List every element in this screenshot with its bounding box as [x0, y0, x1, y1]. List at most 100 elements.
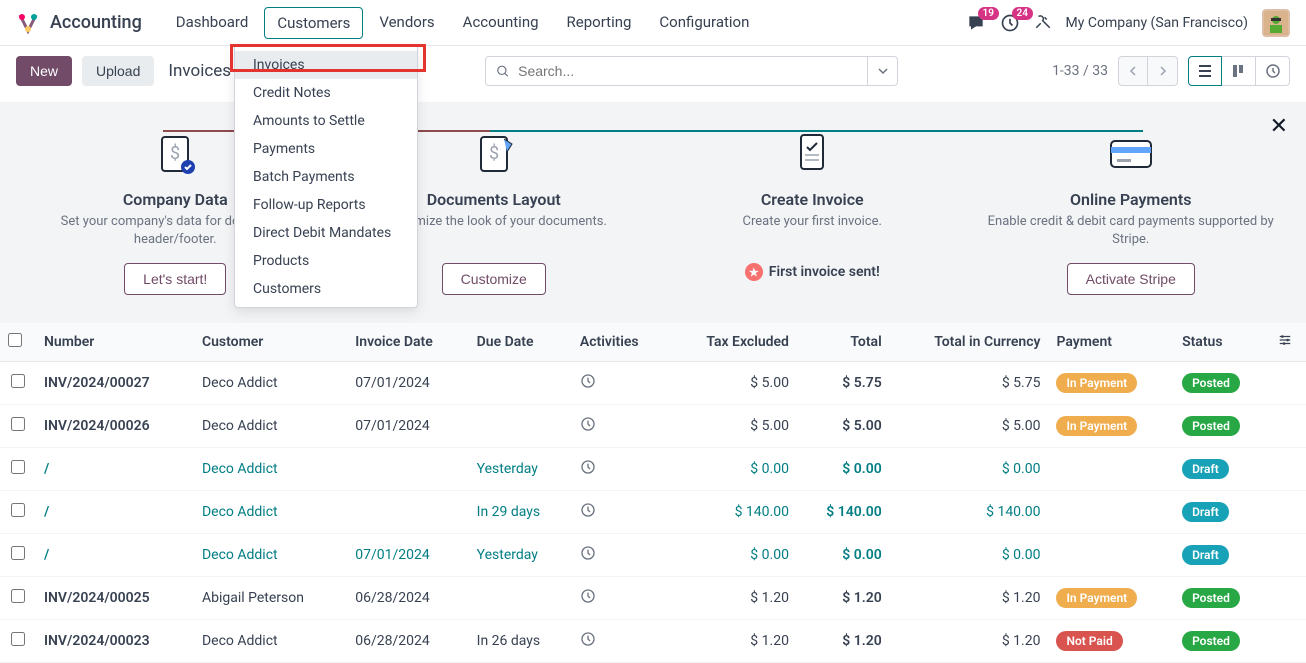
cell-number[interactable]: INV/2024/00026 — [36, 405, 194, 448]
messages-icon[interactable]: 19 — [966, 13, 986, 33]
activities-icon[interactable]: 24 — [1000, 13, 1020, 33]
dropdown-followup-reports[interactable]: Follow-up Reports — [235, 191, 417, 219]
cell-customer[interactable]: Deco Addict — [194, 362, 347, 405]
cell-tax-excluded: $ 5.00 — [669, 362, 797, 405]
cell-activities[interactable] — [572, 577, 669, 620]
table-row[interactable]: INV/2024/00026Deco Addict07/01/2024$ 5.0… — [0, 405, 1306, 448]
activate-stripe-button[interactable]: Activate Stripe — [1067, 263, 1195, 295]
cell-activities[interactable] — [572, 448, 669, 491]
new-button[interactable]: New — [16, 56, 72, 86]
cell-number[interactable]: INV/2024/00023 — [36, 620, 194, 663]
pager-text[interactable]: 1-33 / 33 — [1052, 63, 1108, 79]
app-title[interactable]: Accounting — [50, 12, 142, 33]
col-status[interactable]: Status — [1174, 323, 1270, 362]
clock-icon — [580, 373, 596, 389]
svg-text:$: $ — [170, 143, 180, 164]
nav-accounting[interactable]: Accounting — [451, 7, 551, 39]
col-invoice-date[interactable]: Invoice Date — [347, 323, 468, 362]
cell-customer[interactable]: Deco Addict — [194, 491, 347, 534]
table-row[interactable]: /Deco AddictIn 29 days$ 140.00$ 140.00$ … — [0, 491, 1306, 534]
kanban-icon — [1231, 63, 1247, 79]
payment-badge: In Payment — [1056, 373, 1137, 393]
table-row[interactable]: /Deco Addict07/01/2024Yesterday$ 0.00$ 0… — [0, 534, 1306, 577]
cell-empty — [1270, 362, 1306, 405]
col-due-date[interactable]: Due Date — [469, 323, 572, 362]
cell-number[interactable]: / — [36, 534, 194, 577]
user-avatar[interactable] — [1262, 9, 1290, 37]
select-all-checkbox[interactable] — [8, 333, 22, 347]
step-desc: Enable credit & debit card payments supp… — [982, 213, 1281, 249]
row-checkbox[interactable] — [11, 632, 25, 646]
dropdown-invoices[interactable]: Invoices — [235, 51, 417, 79]
cell-activities[interactable] — [572, 534, 669, 577]
cell-customer[interactable]: Deco Addict — [194, 448, 347, 491]
row-checkbox[interactable] — [11, 589, 25, 603]
table-row[interactable]: /Deco AddictYesterday$ 0.00$ 0.00$ 0.00D… — [0, 448, 1306, 491]
dropdown-batch-payments[interactable]: Batch Payments — [235, 163, 417, 191]
nav-dashboard[interactable]: Dashboard — [164, 7, 261, 39]
tools-icon[interactable] — [1034, 12, 1052, 34]
col-tax-excluded[interactable]: Tax Excluded — [669, 323, 797, 362]
dropdown-products[interactable]: Products — [235, 247, 417, 275]
row-checkbox[interactable] — [11, 374, 25, 388]
view-kanban[interactable] — [1222, 56, 1256, 86]
col-payment[interactable]: Payment — [1048, 323, 1174, 362]
cell-customer[interactable]: Abigail Peterson — [194, 577, 347, 620]
dropdown-amounts-settle[interactable]: Amounts to Settle — [235, 107, 417, 135]
nav-vendors[interactable]: Vendors — [367, 7, 446, 39]
cell-number[interactable]: / — [36, 448, 194, 491]
cell-customer[interactable]: Deco Addict — [194, 620, 347, 663]
cell-customer[interactable]: Deco Addict — [194, 405, 347, 448]
nav-configuration[interactable]: Configuration — [647, 7, 761, 39]
cell-number[interactable]: INV/2024/00027 — [36, 362, 194, 405]
col-number[interactable]: Number — [36, 323, 194, 362]
invoice-icon — [784, 124, 840, 180]
nav-reporting[interactable]: Reporting — [555, 7, 644, 39]
status-badge: Draft — [1182, 502, 1229, 522]
cell-payment — [1048, 534, 1174, 577]
dropdown-direct-debit[interactable]: Direct Debit Mandates — [235, 219, 417, 247]
search-input[interactable] — [518, 63, 857, 79]
col-activities[interactable]: Activities — [572, 323, 669, 362]
sliders-icon — [1278, 333, 1292, 347]
chevron-right-icon — [1158, 66, 1168, 76]
cell-activities[interactable] — [572, 405, 669, 448]
cell-activities[interactable] — [572, 491, 669, 534]
view-pivot[interactable] — [1256, 56, 1290, 86]
col-total-currency[interactable]: Total in Currency — [890, 323, 1049, 362]
table-row[interactable]: INV/2024/00025Abigail Peterson06/28/2024… — [0, 577, 1306, 620]
card-icon — [1103, 124, 1159, 180]
search-dropdown-toggle[interactable] — [868, 56, 898, 86]
dropdown-credit-notes[interactable]: Credit Notes — [235, 79, 417, 107]
pager-prev[interactable] — [1118, 56, 1148, 86]
status-badge: Draft — [1182, 545, 1229, 565]
app-logo-icon[interactable] — [16, 11, 40, 35]
search-box[interactable] — [485, 56, 868, 86]
view-list[interactable] — [1188, 56, 1222, 86]
lets-start-button[interactable]: Let's start! — [124, 263, 226, 295]
nav-customers[interactable]: Customers — [264, 7, 363, 39]
pager-next[interactable] — [1148, 56, 1178, 86]
table-row[interactable]: INV/2024/00023Deco Addict06/28/2024In 26… — [0, 620, 1306, 663]
table-row[interactable]: INV/2024/00027Deco Addict07/01/2024$ 5.0… — [0, 362, 1306, 405]
cell-tax-excluded: $ 0.00 — [669, 534, 797, 577]
col-total[interactable]: Total — [797, 323, 890, 362]
col-customer[interactable]: Customer — [194, 323, 347, 362]
company-selector[interactable]: My Company (San Francisco) — [1066, 15, 1248, 31]
row-checkbox[interactable] — [11, 503, 25, 517]
customize-button[interactable]: Customize — [442, 263, 546, 295]
cell-invoice-date: 06/28/2024 — [347, 577, 468, 620]
cell-customer[interactable]: Deco Addict — [194, 534, 347, 577]
cell-number[interactable]: / — [36, 491, 194, 534]
cell-activities[interactable] — [572, 362, 669, 405]
upload-button[interactable]: Upload — [82, 56, 154, 86]
dropdown-payments[interactable]: Payments — [235, 135, 417, 163]
row-checkbox[interactable] — [11, 460, 25, 474]
row-checkbox[interactable] — [11, 546, 25, 560]
col-settings[interactable] — [1270, 323, 1306, 362]
row-checkbox[interactable] — [11, 417, 25, 431]
first-invoice-sent-badge: ★ First invoice sent! — [745, 263, 880, 281]
dropdown-customers[interactable]: Customers — [235, 275, 417, 303]
cell-activities[interactable] — [572, 620, 669, 663]
cell-number[interactable]: INV/2024/00025 — [36, 577, 194, 620]
